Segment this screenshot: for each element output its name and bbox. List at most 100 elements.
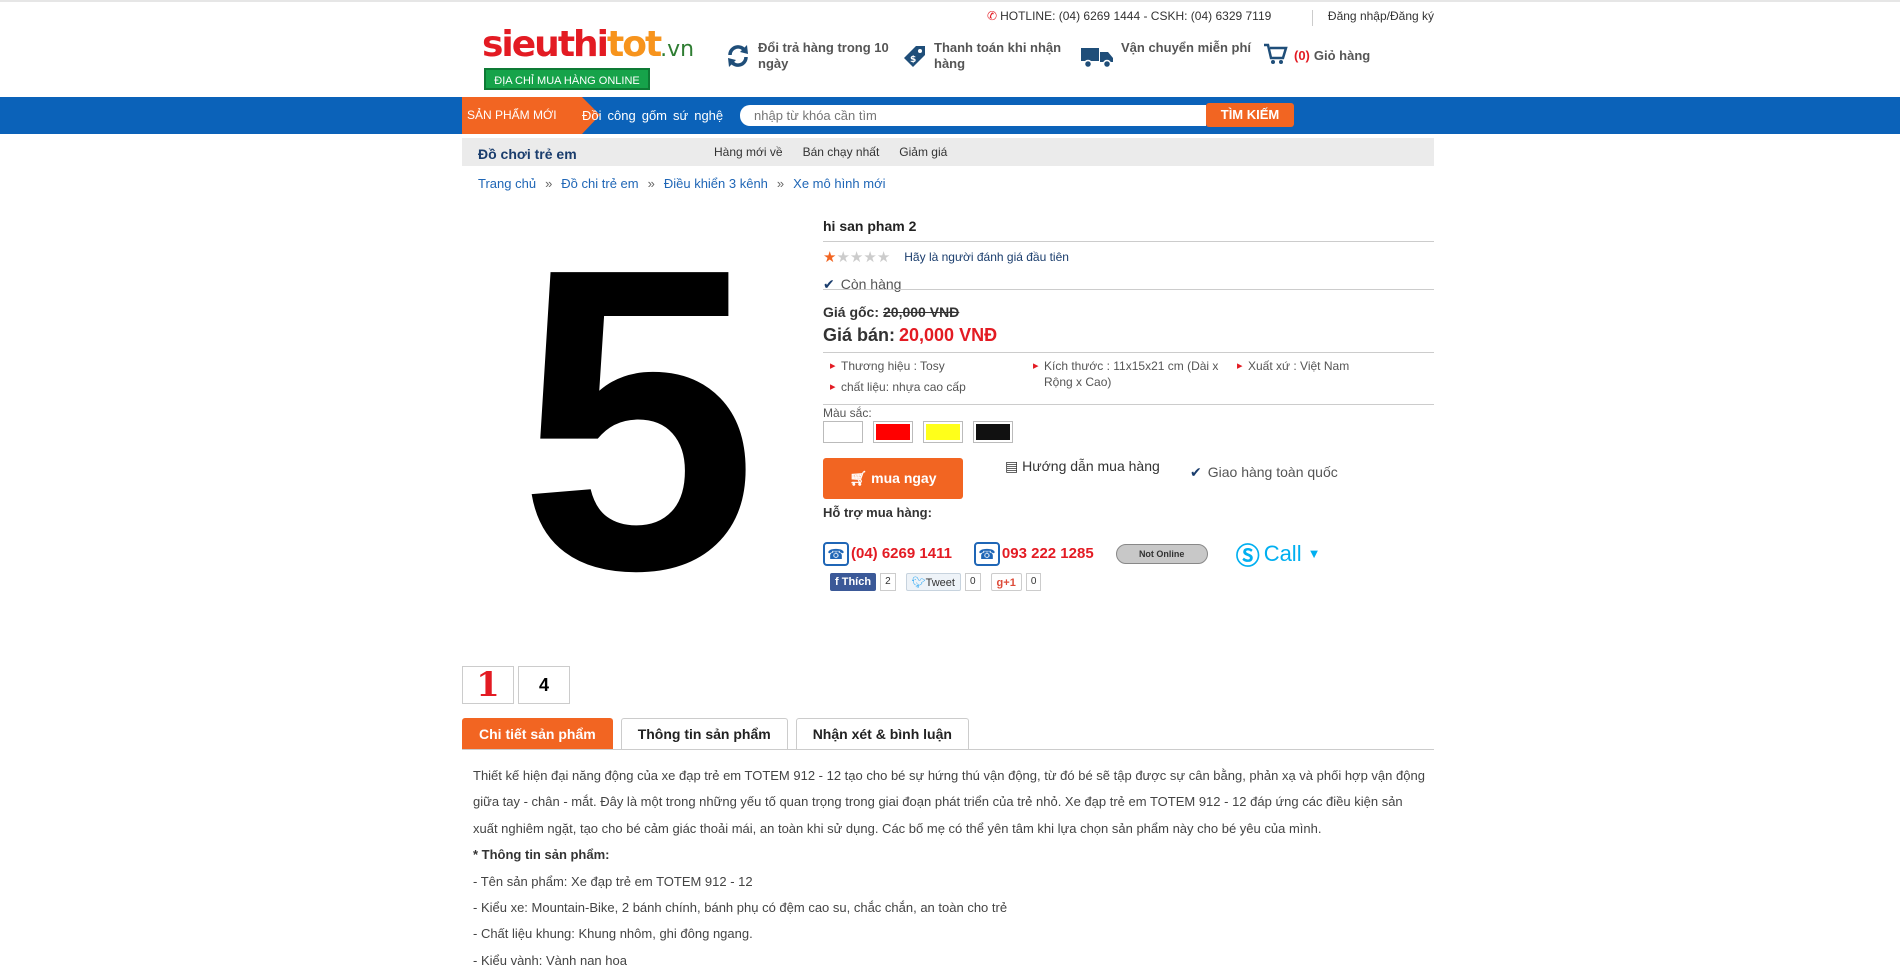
- google-plus-button[interactable]: g+1: [990, 573, 1022, 591]
- tab-product-details[interactable]: Chi tiết sản phẩm: [462, 718, 613, 749]
- skype-call-button[interactable]: Ⓢ Call ▼: [1236, 536, 1321, 571]
- original-price: Giá gốc: 20,000 VNĐ: [823, 304, 959, 320]
- product-image-digit: 5: [518, 180, 758, 660]
- rating-stars[interactable]: ★★★★★: [823, 248, 890, 266]
- divider: [823, 289, 1434, 290]
- category-bar: Đồ chơi trẻ em Hàng mới về Bán chạy nhất G…: [462, 138, 1434, 166]
- category-filters: Hàng mới về Bán chạy nhất Giảm giá: [714, 138, 967, 166]
- google-plus-count: 0: [1025, 573, 1042, 591]
- skype-label: Call: [1263, 540, 1302, 566]
- rating-text[interactable]: Hãy là người đánh giá đầu tiên: [904, 250, 1069, 264]
- star-empty-icon: ★: [876, 249, 891, 266]
- site-logo[interactable]: sieuthitot.vn ĐỊA CHỈ MUA HÀNG ONLINE: [482, 24, 694, 94]
- thumbnail[interactable]: 4: [518, 666, 570, 704]
- category-title[interactable]: Đồ chơi trẻ em: [478, 138, 577, 170]
- online-status-badge[interactable]: Not Online: [1115, 543, 1208, 564]
- description-intro: Thiết kế hiện đại năng động của xe đạp t…: [473, 768, 1425, 836]
- stock-status: ✔ Còn hàng: [823, 276, 901, 293]
- attr-size: Kích thước : 11x15x21 cm (Dài x Rộng x C…: [1033, 358, 1226, 390]
- product-main-image[interactable]: 5: [478, 205, 798, 635]
- telephone-icon: ☎: [973, 541, 1000, 566]
- logo-tagline: ĐỊA CHỈ MUA HÀNG ONLINE: [484, 68, 650, 90]
- nav-link[interactable]: sứ: [673, 108, 688, 123]
- nav-link[interactable]: nghệ: [694, 108, 723, 123]
- description-line: - Kiểu vành: Vành nan hoa: [473, 952, 627, 968]
- support-phone-1[interactable]: ☎ (04) 6269 1411: [823, 541, 952, 566]
- document-icon: ▤: [1005, 458, 1023, 474]
- phone-icon: ✆: [987, 9, 998, 23]
- svg-text:$: $: [910, 55, 916, 65]
- telephone-icon: ☎: [823, 541, 849, 566]
- tab-product-info[interactable]: Thông tin sản phẩm: [620, 718, 788, 749]
- product-title: hi san pham 2: [823, 218, 1434, 242]
- login-register-link[interactable]: Đăng nhập/Đăng ký: [1312, 9, 1434, 23]
- purchase-guide-link[interactable]: ▤ Hướng dẫn mua hàng: [1005, 458, 1160, 475]
- main-navbar: SẢN PHẨM MỚI Đồicônggốmsứnghệ TÌM KIẾM: [0, 97, 1900, 134]
- delivery-truck-icon: [1079, 40, 1115, 72]
- facebook-icon: f: [835, 576, 842, 588]
- nav-link[interactable]: công: [608, 108, 636, 123]
- twitter-icon: 🐦︎: [911, 577, 926, 589]
- phone-number: 093 222 1285: [1001, 545, 1094, 562]
- breadcrumb-item[interactable]: Xe mô hình mới: [793, 176, 885, 191]
- original-price-value: 20,000 VNĐ: [883, 304, 960, 320]
- feature-shipping-label: Vận chuyển miễn phí: [1121, 40, 1252, 55]
- feature-cod: $ Thanh toán khi nhận hàng: [900, 40, 1075, 72]
- original-price-label: Giá gốc:: [823, 304, 880, 320]
- shopping-cart-icon: [1262, 42, 1288, 69]
- tab-reviews[interactable]: Nhận xét & bình luận: [795, 718, 969, 749]
- buy-now-button[interactable]: 🛒︎ mua ngay: [823, 458, 963, 499]
- divider: [823, 404, 1434, 405]
- product-thumbnails: 1 4: [462, 665, 574, 705]
- facebook-like-button[interactable]: f Thích: [830, 573, 877, 591]
- buy-now-label: mua ngay: [871, 470, 937, 486]
- star-empty-icon: ★: [849, 249, 864, 266]
- description-heading: * Thông tin sản phẩm:: [473, 847, 610, 863]
- cart-button[interactable]: (0) Giỏ hàng: [1262, 42, 1370, 69]
- color-swatch-white[interactable]: [823, 421, 863, 443]
- sale-price: Giá bán: 20,000 VNĐ: [823, 325, 997, 346]
- colors-label: Màu sắc:: [823, 406, 872, 420]
- breadcrumb-separator: »: [776, 176, 785, 191]
- divider: [823, 352, 1434, 353]
- color-swatches: [823, 421, 1023, 443]
- description-line: - Chất liệu khung: Khung nhôm, ghi đông …: [473, 926, 753, 942]
- color-swatch-black[interactable]: [973, 421, 1013, 443]
- color-swatch-yellow[interactable]: [923, 421, 963, 443]
- facebook-like-count: 2: [880, 573, 896, 591]
- feature-cod-label: Thanh toán khi nhận hàng: [934, 40, 1062, 71]
- cart-label: Giỏ hàng: [1313, 48, 1371, 63]
- support-label: Hỗ trợ mua hàng:: [823, 505, 932, 520]
- attr-origin: Xuất xứ : Việt Nam: [1237, 358, 1428, 374]
- nav-link[interactable]: gốm: [642, 108, 667, 123]
- cart-count: (0): [1294, 48, 1310, 63]
- tweet-count: 0: [964, 573, 981, 591]
- color-swatch-red[interactable]: [873, 421, 913, 443]
- nav-link[interactable]: Đồi: [582, 108, 602, 123]
- product-rating: ★★★★★ Hãy là người đánh giá đầu tiên: [823, 248, 1069, 266]
- phone-number: (04) 6269 1411: [851, 545, 952, 562]
- product-info: hi san pham 2 ★★★★★ Hãy là người đánh gi…: [823, 218, 1434, 591]
- filter-discount[interactable]: Giảm giá: [899, 145, 947, 159]
- support-phone-2[interactable]: ☎ 093 222 1285: [973, 541, 1094, 566]
- thumbnail[interactable]: 1: [462, 665, 514, 705]
- social-share: f Thích 2 🐦︎Tweet 0 g+1 0: [830, 573, 1051, 591]
- sale-price-label: Giá bán:: [823, 325, 896, 345]
- attr-brand: Thương hiệu : Tosy: [830, 358, 1016, 374]
- search-button[interactable]: TÌM KIẾM: [1206, 103, 1294, 127]
- new-products-menu[interactable]: SẢN PHẨM MỚI: [462, 97, 600, 134]
- description-line: - Kiểu xe: Mountain-Bike, 2 bánh chính, …: [473, 900, 1008, 916]
- check-icon: ✔: [1190, 464, 1202, 480]
- filter-new-arrivals[interactable]: Hàng mới về: [714, 145, 783, 159]
- feature-shipping: Vận chuyển miễn phí: [1079, 40, 1269, 72]
- nationwide-shipping: ✔ Giao hàng toàn quốc: [1190, 464, 1338, 481]
- cart-icon: 🛒︎: [849, 470, 872, 486]
- search-input[interactable]: [740, 105, 1206, 126]
- feature-return: Đổi trả hàng trong 10 ngày: [724, 40, 894, 72]
- tweet-button[interactable]: 🐦︎Tweet: [905, 573, 961, 591]
- nav-category-links: Đồi công gốm sứ nghệ: [582, 97, 729, 134]
- support-contacts: ☎ (04) 6269 1411 ☎ 093 222 1285 Not Online…: [823, 536, 1320, 571]
- refresh-icon: [724, 40, 752, 72]
- hotline-text: HOTLINE: (04) 6269 1444 - CSKH: (04) 632…: [1000, 9, 1272, 23]
- filter-best-sellers[interactable]: Bán chạy nhất: [803, 145, 880, 159]
